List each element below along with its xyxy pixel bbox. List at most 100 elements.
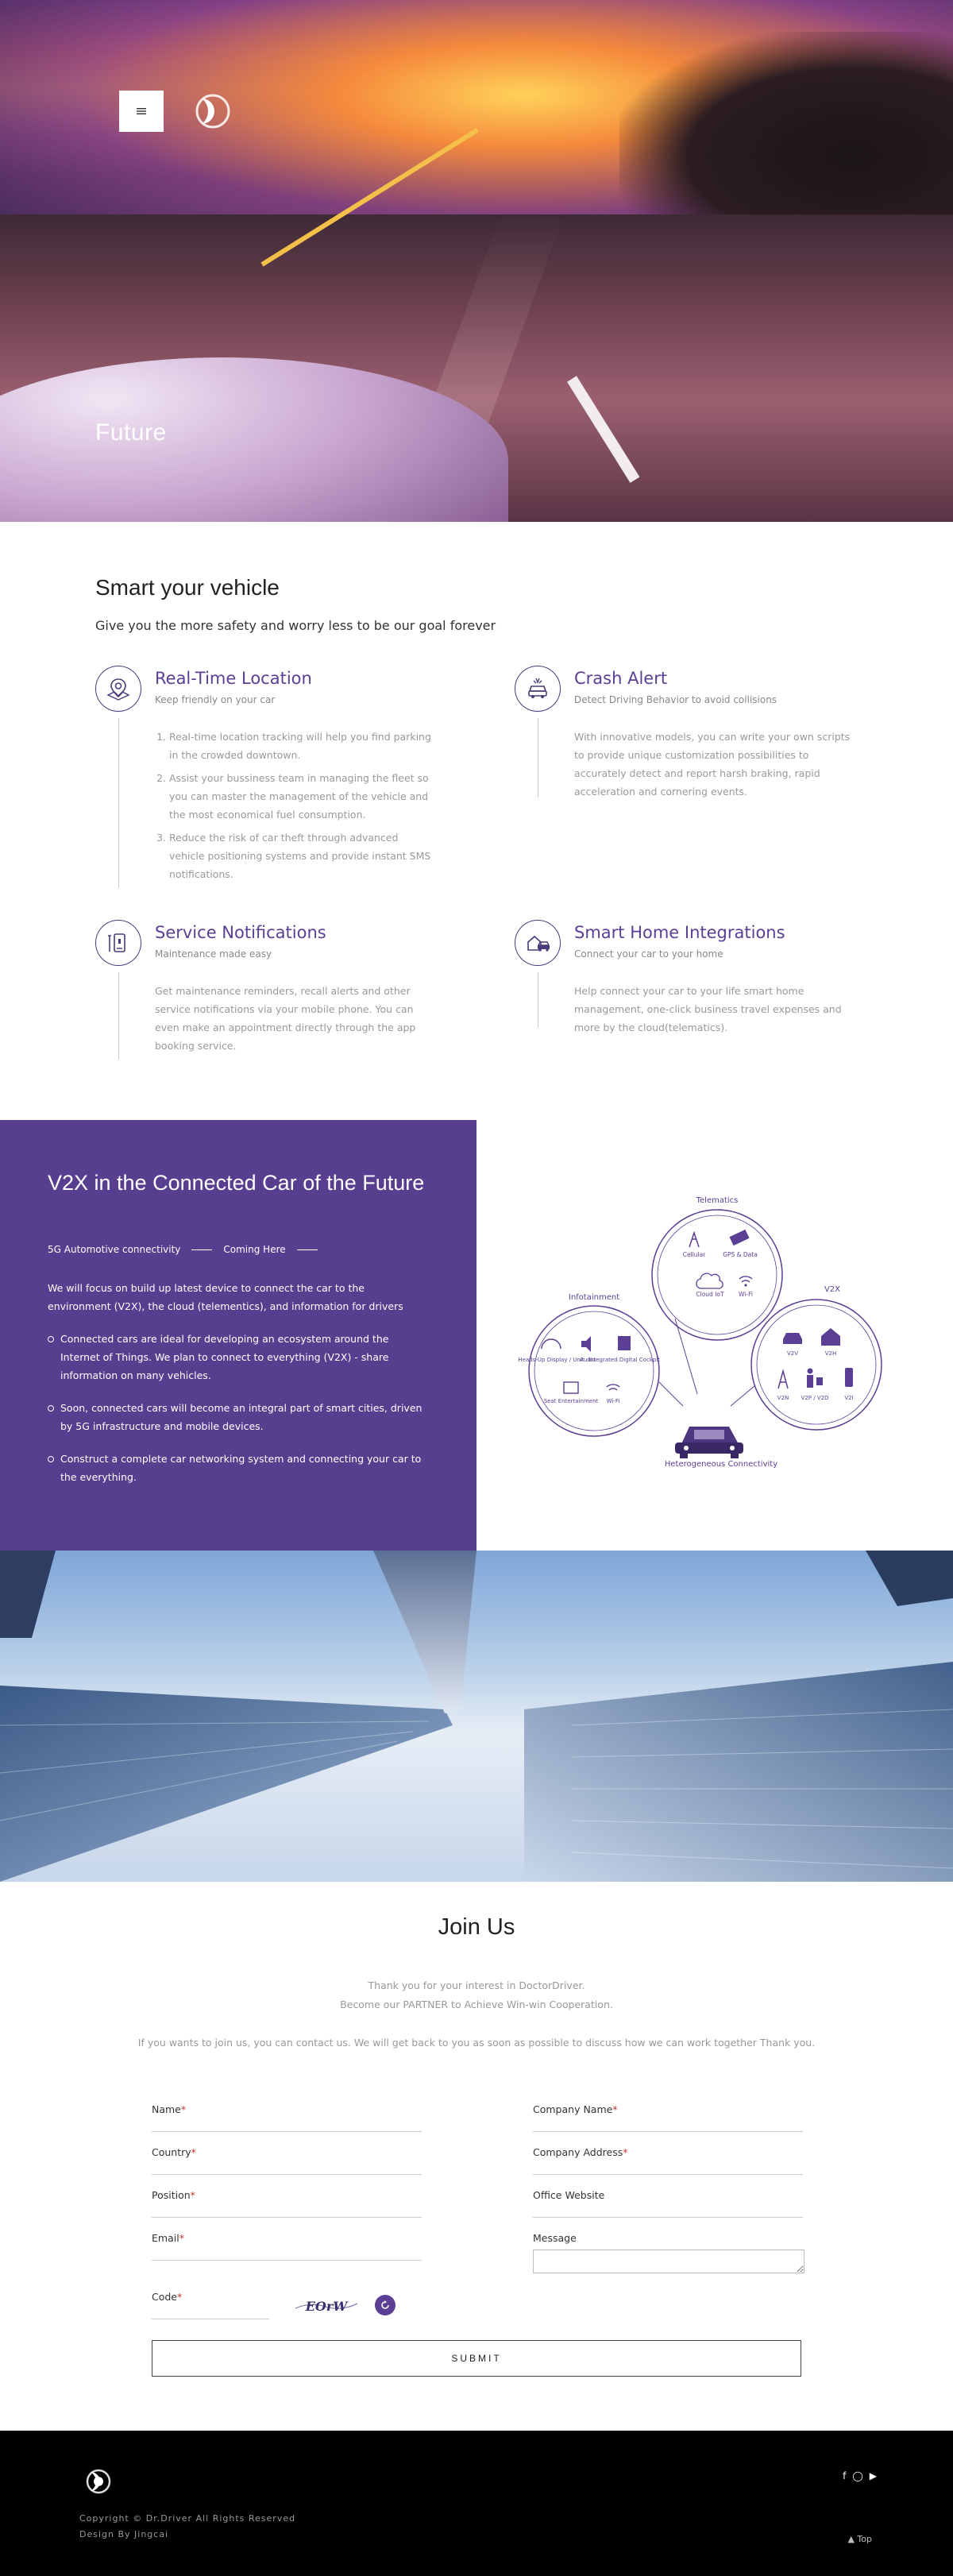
diagram-label-telematics: Telematics (696, 1196, 739, 1205)
required-mark: * (180, 2103, 187, 2115)
speaker-icon (581, 1336, 591, 1352)
company-address-input[interactable] (533, 2161, 803, 2175)
join-title: Join Us (438, 1914, 515, 1940)
feature-title: Service Notifications (155, 923, 326, 942)
country-label: Country (152, 2146, 191, 2158)
required-mark: * (612, 2103, 618, 2115)
v2x-section: V2X in the Connected Car of the Future 5… (0, 1120, 476, 1551)
join-line-3: If you wants to join us, you can contact… (137, 2037, 816, 2049)
diagram-item: Cloud IoT (696, 1291, 724, 1298)
name-input[interactable] (152, 2118, 422, 2132)
message-label: Message (533, 2232, 577, 2244)
code-field[interactable]: Code* (152, 2291, 269, 2319)
wifi-icon (606, 1384, 620, 1391)
diagram-item: Seat Entertainment (544, 1398, 599, 1404)
diagram-item: V2N (777, 1395, 789, 1401)
office-website-label: Office Website (533, 2189, 605, 2201)
position-label: Position (152, 2189, 191, 2201)
code-input[interactable] (152, 2305, 269, 2319)
service-tools-icon (95, 920, 141, 966)
company-name-input[interactable] (533, 2118, 803, 2132)
car-icon (783, 1333, 802, 1344)
company-name-label: Company Name (533, 2103, 613, 2115)
brand-logo[interactable] (173, 89, 240, 133)
tower-icon (777, 1369, 789, 1389)
feature-crash-alert: Crash Alert Detect Driving Behavior to a… (515, 666, 850, 825)
feature-list: Real-time location tracking will help yo… (155, 728, 433, 888)
instagram-icon[interactable]: ◯ (852, 2470, 862, 2481)
name-label: Name (152, 2103, 181, 2115)
back-to-top-link[interactable]: ▲ Top (847, 2534, 872, 2544)
captcha-text: EOrW (305, 2299, 349, 2314)
feature-divider (118, 972, 119, 1060)
message-input[interactable] (533, 2250, 804, 2273)
office-website-input[interactable] (533, 2203, 803, 2218)
house-icon (821, 1328, 840, 1346)
list-item: Connected cars are ideal for developing … (48, 1330, 429, 1385)
diagram-item: V2H (825, 1350, 837, 1357)
list-item: Soon, connected cars will become an inte… (48, 1399, 429, 1435)
cockpit-icon (618, 1336, 631, 1350)
v2x-intro: We will focus on build up latest device … (48, 1282, 403, 1312)
feature-description: With innovative models, you can write yo… (574, 731, 851, 798)
pedestrian-icon (807, 1368, 813, 1374)
refresh-icon (381, 2300, 389, 2309)
facebook-icon[interactable]: f (843, 2470, 846, 2481)
feature-subtitle: Connect your car to your home (574, 948, 723, 960)
diagram-item: V2P / V2D (801, 1395, 829, 1401)
traffic-light-icon (845, 1368, 853, 1387)
company-name-field[interactable]: Company Name* (533, 2103, 803, 2132)
email-input[interactable] (152, 2246, 422, 2261)
diagram-item: V2I (844, 1395, 853, 1401)
diagram-label-v2x: V2X (824, 1285, 840, 1294)
diagram-label-connectivity: Heterogeneous Connectivity (665, 1460, 777, 1469)
feature-service-notifications: Service Notifications Maintenance made e… (95, 920, 429, 1063)
captcha-image: EOrW (295, 2299, 358, 2314)
car-crash-icon (515, 666, 561, 712)
feature-description: Help connect your car to your life smart… (574, 985, 842, 1033)
feature-description: Get maintenance reminders, recall alerts… (155, 985, 416, 1052)
country-field[interactable]: Country* (152, 2146, 422, 2175)
youtube-icon[interactable]: ▶ (870, 2470, 877, 2481)
city-skyline-image (0, 1551, 953, 1882)
diagram-item: Heads-Up Display / Unit (518, 1357, 584, 1363)
code-label: Code (152, 2291, 178, 2303)
diagram-label-infotainment: Infotainment (569, 1293, 619, 1302)
feature-divider (118, 718, 119, 888)
v2x-tagline: 5G Automotive connectivity Coming Here (48, 1244, 318, 1255)
menu-button[interactable] (119, 91, 164, 132)
position-input[interactable] (152, 2203, 422, 2218)
captcha-refresh-button[interactable] (375, 2295, 395, 2315)
cellular-tower-icon (689, 1230, 700, 1248)
gauge-icon (541, 1338, 561, 1350)
hero-banner: Future (0, 0, 953, 522)
required-mark: * (191, 2146, 196, 2158)
join-line-1: Thank you for your interest in DoctorDri… (368, 1979, 585, 1991)
satellite-icon (729, 1229, 750, 1246)
required-mark: * (179, 2232, 184, 2244)
company-address-field[interactable]: Company Address* (533, 2146, 803, 2175)
email-field[interactable]: Email* (152, 2232, 422, 2261)
wifi-icon (739, 1276, 753, 1283)
smart-home-icon (515, 920, 561, 966)
feature-subtitle: Keep friendly on your car (155, 694, 276, 705)
diagram-item: Cellular (683, 1251, 706, 1258)
tag-left: 5G Automotive connectivity (48, 1244, 181, 1255)
required-mark: * (623, 2146, 628, 2158)
position-field[interactable]: Position* (152, 2189, 422, 2218)
name-field[interactable]: Name* (152, 2103, 422, 2132)
join-line-2: Become our PARTNER to Achieve Win-win Co… (340, 1999, 613, 2010)
hamburger-icon (137, 108, 146, 114)
submit-button[interactable]: SUBMIT (152, 2340, 801, 2377)
connectivity-diagram: Telematics Infotainment V2X Heterogeneou… (518, 1196, 882, 1469)
tag-right: Coming Here (223, 1244, 286, 1255)
diagram-item: Integrated Digital Cockpit (588, 1357, 660, 1363)
office-website-field[interactable]: Office Website (533, 2189, 803, 2218)
country-input[interactable] (152, 2161, 422, 2175)
location-pin-icon (95, 666, 141, 712)
email-label: Email (152, 2232, 179, 2244)
footer-logo[interactable] (79, 2466, 114, 2497)
diagram-item: V2V (787, 1350, 798, 1357)
company-address-label: Company Address (533, 2146, 623, 2158)
feature-smart-home: Smart Home Integrations Connect your car… (515, 920, 848, 1047)
